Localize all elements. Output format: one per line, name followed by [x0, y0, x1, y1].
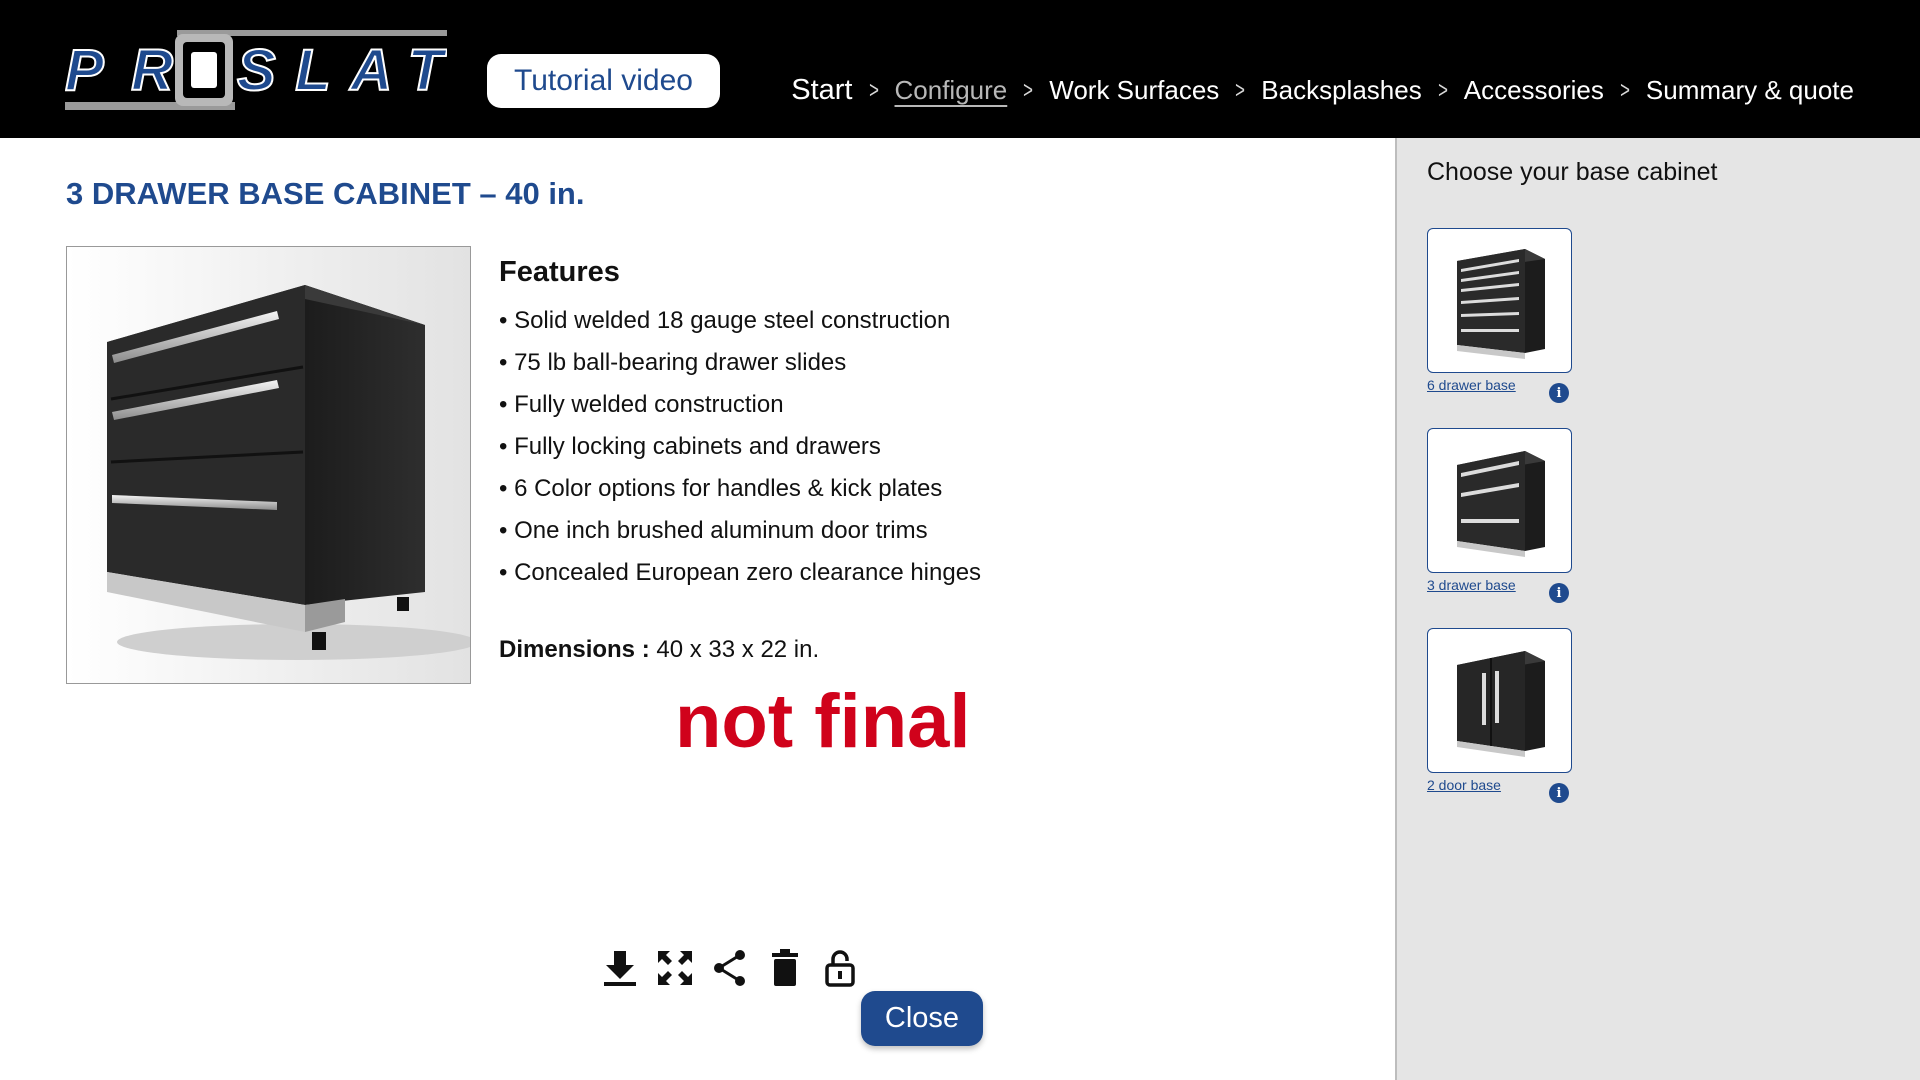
feature-item: Solid welded 18 gauge steel construction [499, 300, 981, 342]
breadcrumb-accessories[interactable]: Accessories [1464, 75, 1604, 106]
info-icon[interactable]: i [1549, 383, 1569, 403]
features-heading: Features [499, 256, 620, 288]
info-icon[interactable]: i [1549, 583, 1569, 603]
info-icon[interactable]: i [1549, 783, 1569, 803]
trash-icon[interactable] [763, 946, 807, 990]
chevron-right-icon: > [1023, 76, 1034, 104]
tutorial-video-button[interactable]: Tutorial video [487, 54, 720, 108]
sidebar-title: Choose your base cabinet [1427, 158, 1718, 186]
dimensions-label: Dimensions : [499, 636, 650, 663]
breadcrumb-start[interactable]: Start [791, 74, 852, 107]
feature-item: Fully locking cabinets and drawers [499, 426, 981, 468]
top-header: PR SLAT Tutorial video Start > Configure… [0, 0, 1920, 138]
product-image [66, 246, 471, 684]
close-button[interactable]: Close [861, 991, 983, 1046]
breadcrumb-configure[interactable]: Configure [895, 75, 1008, 106]
breadcrumb-work-surfaces[interactable]: Work Surfaces [1049, 75, 1219, 106]
option-label[interactable]: 6 drawer base [1427, 377, 1516, 393]
not-final-watermark: not final [675, 679, 971, 764]
unlock-icon[interactable] [818, 946, 862, 990]
cabinet-selector-sidebar: Choose your base cabinet 6 drawer base i [1395, 138, 1920, 1080]
product-detail-panel: 3 DRAWER BASE CABINET – 40 in. Features … [0, 138, 1395, 1080]
breadcrumb-backsplashes[interactable]: Backsplashes [1261, 75, 1421, 106]
option-label[interactable]: 2 door base [1427, 777, 1501, 793]
download-icon[interactable] [598, 946, 642, 990]
option-thumbnail[interactable] [1427, 228, 1572, 373]
chevron-right-icon: > [868, 76, 879, 104]
product-title: 3 DRAWER BASE CABINET – 40 in. [66, 176, 585, 211]
option-thumbnail[interactable] [1427, 628, 1572, 773]
proslat-logo[interactable]: PR SLAT [64, 30, 449, 110]
chevron-right-icon: > [1437, 76, 1448, 104]
share-icon[interactable] [708, 946, 752, 990]
option-label[interactable]: 3 drawer base [1427, 577, 1516, 593]
option-2-door-base: 2 door base i [1427, 628, 1587, 803]
chevron-right-icon: > [1235, 76, 1246, 104]
feature-item: Fully welded construction [499, 384, 981, 426]
breadcrumb-summary-quote[interactable]: Summary & quote [1646, 75, 1854, 106]
feature-item: One inch brushed aluminum door trims [499, 510, 981, 552]
option-thumbnail[interactable] [1427, 428, 1572, 573]
option-6-drawer-base: 6 drawer base i [1427, 228, 1587, 403]
feature-item: Concealed European zero clearance hinges [499, 552, 981, 594]
breadcrumb: Start > Configure > Work Surfaces > Back… [791, 74, 1854, 107]
chevron-right-icon: > [1619, 76, 1630, 104]
feature-item: 75 lb ball-bearing drawer slides [499, 342, 981, 384]
dimensions-value: 40 x 33 x 22 in. [656, 636, 820, 663]
option-3-drawer-base: 3 drawer base i [1427, 428, 1587, 603]
fullscreen-icon[interactable] [653, 946, 697, 990]
features-list: Solid welded 18 gauge steel construction… [499, 300, 981, 594]
dimensions: Dimensions : 40 x 33 x 22 in. [499, 636, 819, 664]
feature-item: 6 Color options for handles & kick plate… [499, 468, 981, 510]
action-toolbar [598, 946, 873, 990]
